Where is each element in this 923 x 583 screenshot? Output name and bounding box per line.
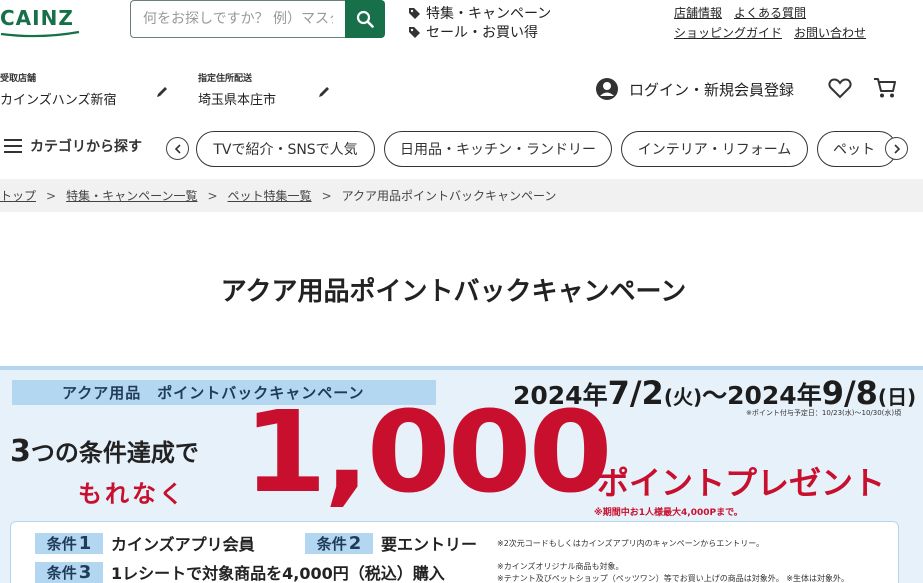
login-register-link[interactable]: ログイン・新規会員登録 [595,77,794,101]
condition-note: ※カインズオリジナル商品も対象。 [497,562,624,571]
link-contact[interactable]: お問い合わせ [794,24,866,44]
point-amount: 1,000 [243,388,613,518]
condition-1: 条件 1 カインズアプリ会員 [35,531,255,555]
breadcrumb-campaigns[interactable]: 特集・キャンペーン一覧 [66,187,197,204]
promo-link-label: セール・お買い得 [426,25,538,41]
link-store-info[interactable]: 店舗情報 [674,4,722,24]
delivery-address-label: 指定住所配送 [198,74,253,84]
pencil-icon[interactable] [155,85,169,99]
condition-3: 条件 3 1レシートで対象商品を4,000円（税込）購入 [35,560,445,583]
breadcrumb-separator: > [207,188,218,203]
promo-link-label: 特集・キャンペーン [426,6,552,22]
delivery-address-value: 埼玉県本庄市 [198,93,277,108]
pickup-store-label: 受取店舗 [0,74,37,84]
conditions-panel: 条件 1 カインズアプリ会員 条件 2 要エントリー 条件 3 1レシートで対象商品を… [10,521,899,583]
category-pill-interior[interactable]: インテリア・リフォーム [621,131,808,167]
conditions-text: つの条件達成で [30,439,199,467]
conditions-count: 3 [10,434,31,469]
condition-tag: 条件 2 [305,532,373,554]
promo-links: 特集・キャンペーン セール・お買い得 [408,4,551,42]
favorites-button[interactable] [828,77,852,103]
category-pill-label: TVで紹介・SNSで人気 [213,142,358,158]
campaign-banner[interactable]: アクア用品 ポイントバックキャンペーン 2024年7/2(火)〜2024年9/8… [0,366,923,583]
search-icon [356,10,374,28]
date-dow: (日) [877,385,917,409]
category-next-button[interactable] [885,137,908,160]
breadcrumb: トップ > 特集・キャンペーン一覧 > ペット特集一覧 > アクア用品ポイントバ… [0,179,923,212]
category-menu-button[interactable]: カテゴリから探す [4,136,142,156]
delivery-address[interactable]: 指定住所配送 埼玉県本庄市 [198,71,329,108]
category-pill-label: 日用品・キッチン・ランドリー [400,142,596,158]
heart-icon [828,78,852,99]
condition-tag: 条件 3 [35,561,103,583]
category-bar: カテゴリから探す TVで紹介・SNSで人気 日用品・キッチン・ランドリー インテ… [0,130,923,167]
category-pill-daily[interactable]: 日用品・キッチン・ランドリー [384,131,612,167]
promo-link-campaign[interactable]: 特集・キャンペーン [408,4,551,22]
link-faq[interactable]: よくある質問 [734,4,806,24]
cainz-logo[interactable]: CAINZ [0,6,82,38]
breadcrumb-current: アクア用品ポイントバックキャンペーン [341,189,557,203]
conditions-lead: 3つの条件達成で [10,433,199,469]
breadcrumb-separator: > [46,188,57,203]
tag-icon [409,7,420,19]
logo-swoosh-icon [0,30,80,38]
cart-icon [874,78,896,98]
date-tilde: 〜 [702,381,728,410]
hamburger-icon [4,139,22,153]
pickup-store[interactable]: 受取店舗 カインズハンズ新宿 [0,71,167,108]
condition-2: 条件 2 要エントリー [305,531,477,555]
cart-button[interactable] [873,77,897,103]
chevron-left-icon [174,143,181,154]
date-dow: (火) [663,385,703,409]
condition-text: カインズアプリ会員 [111,535,255,554]
breadcrumb-top[interactable]: トップ [0,187,36,204]
breadcrumb-separator: > [321,188,332,203]
category-prev-button[interactable] [166,137,189,160]
user-icon [596,78,618,100]
search-button[interactable] [345,0,385,38]
date-note: ※ポイント付与予定日：10/23(水)〜10/30(水)頃 [746,409,902,417]
condition-text: 1レシートで対象商品を4,000円（税込）購入 [111,564,445,583]
condition-note: ※テナント及びペットショップ（ペッツワン）等でお買い上げの商品は対象外。 ※生体… [497,574,849,583]
utility-links: 店舗情報 よくある質問 ショッピングガイド お問い合わせ [674,4,878,44]
pickup-store-value: カインズハンズ新宿 [0,93,117,108]
logo-text: CAINZ [0,6,74,30]
breadcrumb-pet[interactable]: ペット特集一覧 [228,187,312,204]
date-end: 9/8 [821,374,878,412]
category-pill-label: ペット [833,142,875,158]
free-text: もれなく [78,480,186,508]
condition-text: 要エントリー [381,535,478,554]
pencil-icon[interactable] [317,85,331,99]
search-box [130,0,385,38]
date-year: 2024年 [727,381,822,410]
login-label: ログイン・新規会員登録 [629,80,795,99]
category-menu-label: カテゴリから探す [30,139,142,155]
points-label: ポイントプレゼント [597,464,886,502]
condition-note: ※2次元コードもしくはカインズアプリ内のキャンペーンからエントリー。 [497,539,765,548]
condition-tag: 条件 1 [35,532,103,554]
date-start: 7/2 [607,374,664,412]
category-pill-label: インテリア・リフォーム [637,142,792,158]
tag-icon [409,26,420,38]
category-pill-tv-sns[interactable]: TVで紹介・SNSで人気 [196,131,375,167]
search-input[interactable] [130,0,345,38]
promo-link-sale[interactable]: セール・お買い得 [408,23,551,41]
link-shopping-guide[interactable]: ショッピングガイド [674,24,782,44]
points-note: ※期間中お1人様最大4,000Pまで。 [594,508,743,518]
page-title: アクア用品ポイントバックキャンペーン [220,277,687,307]
chevron-right-icon [893,143,900,154]
